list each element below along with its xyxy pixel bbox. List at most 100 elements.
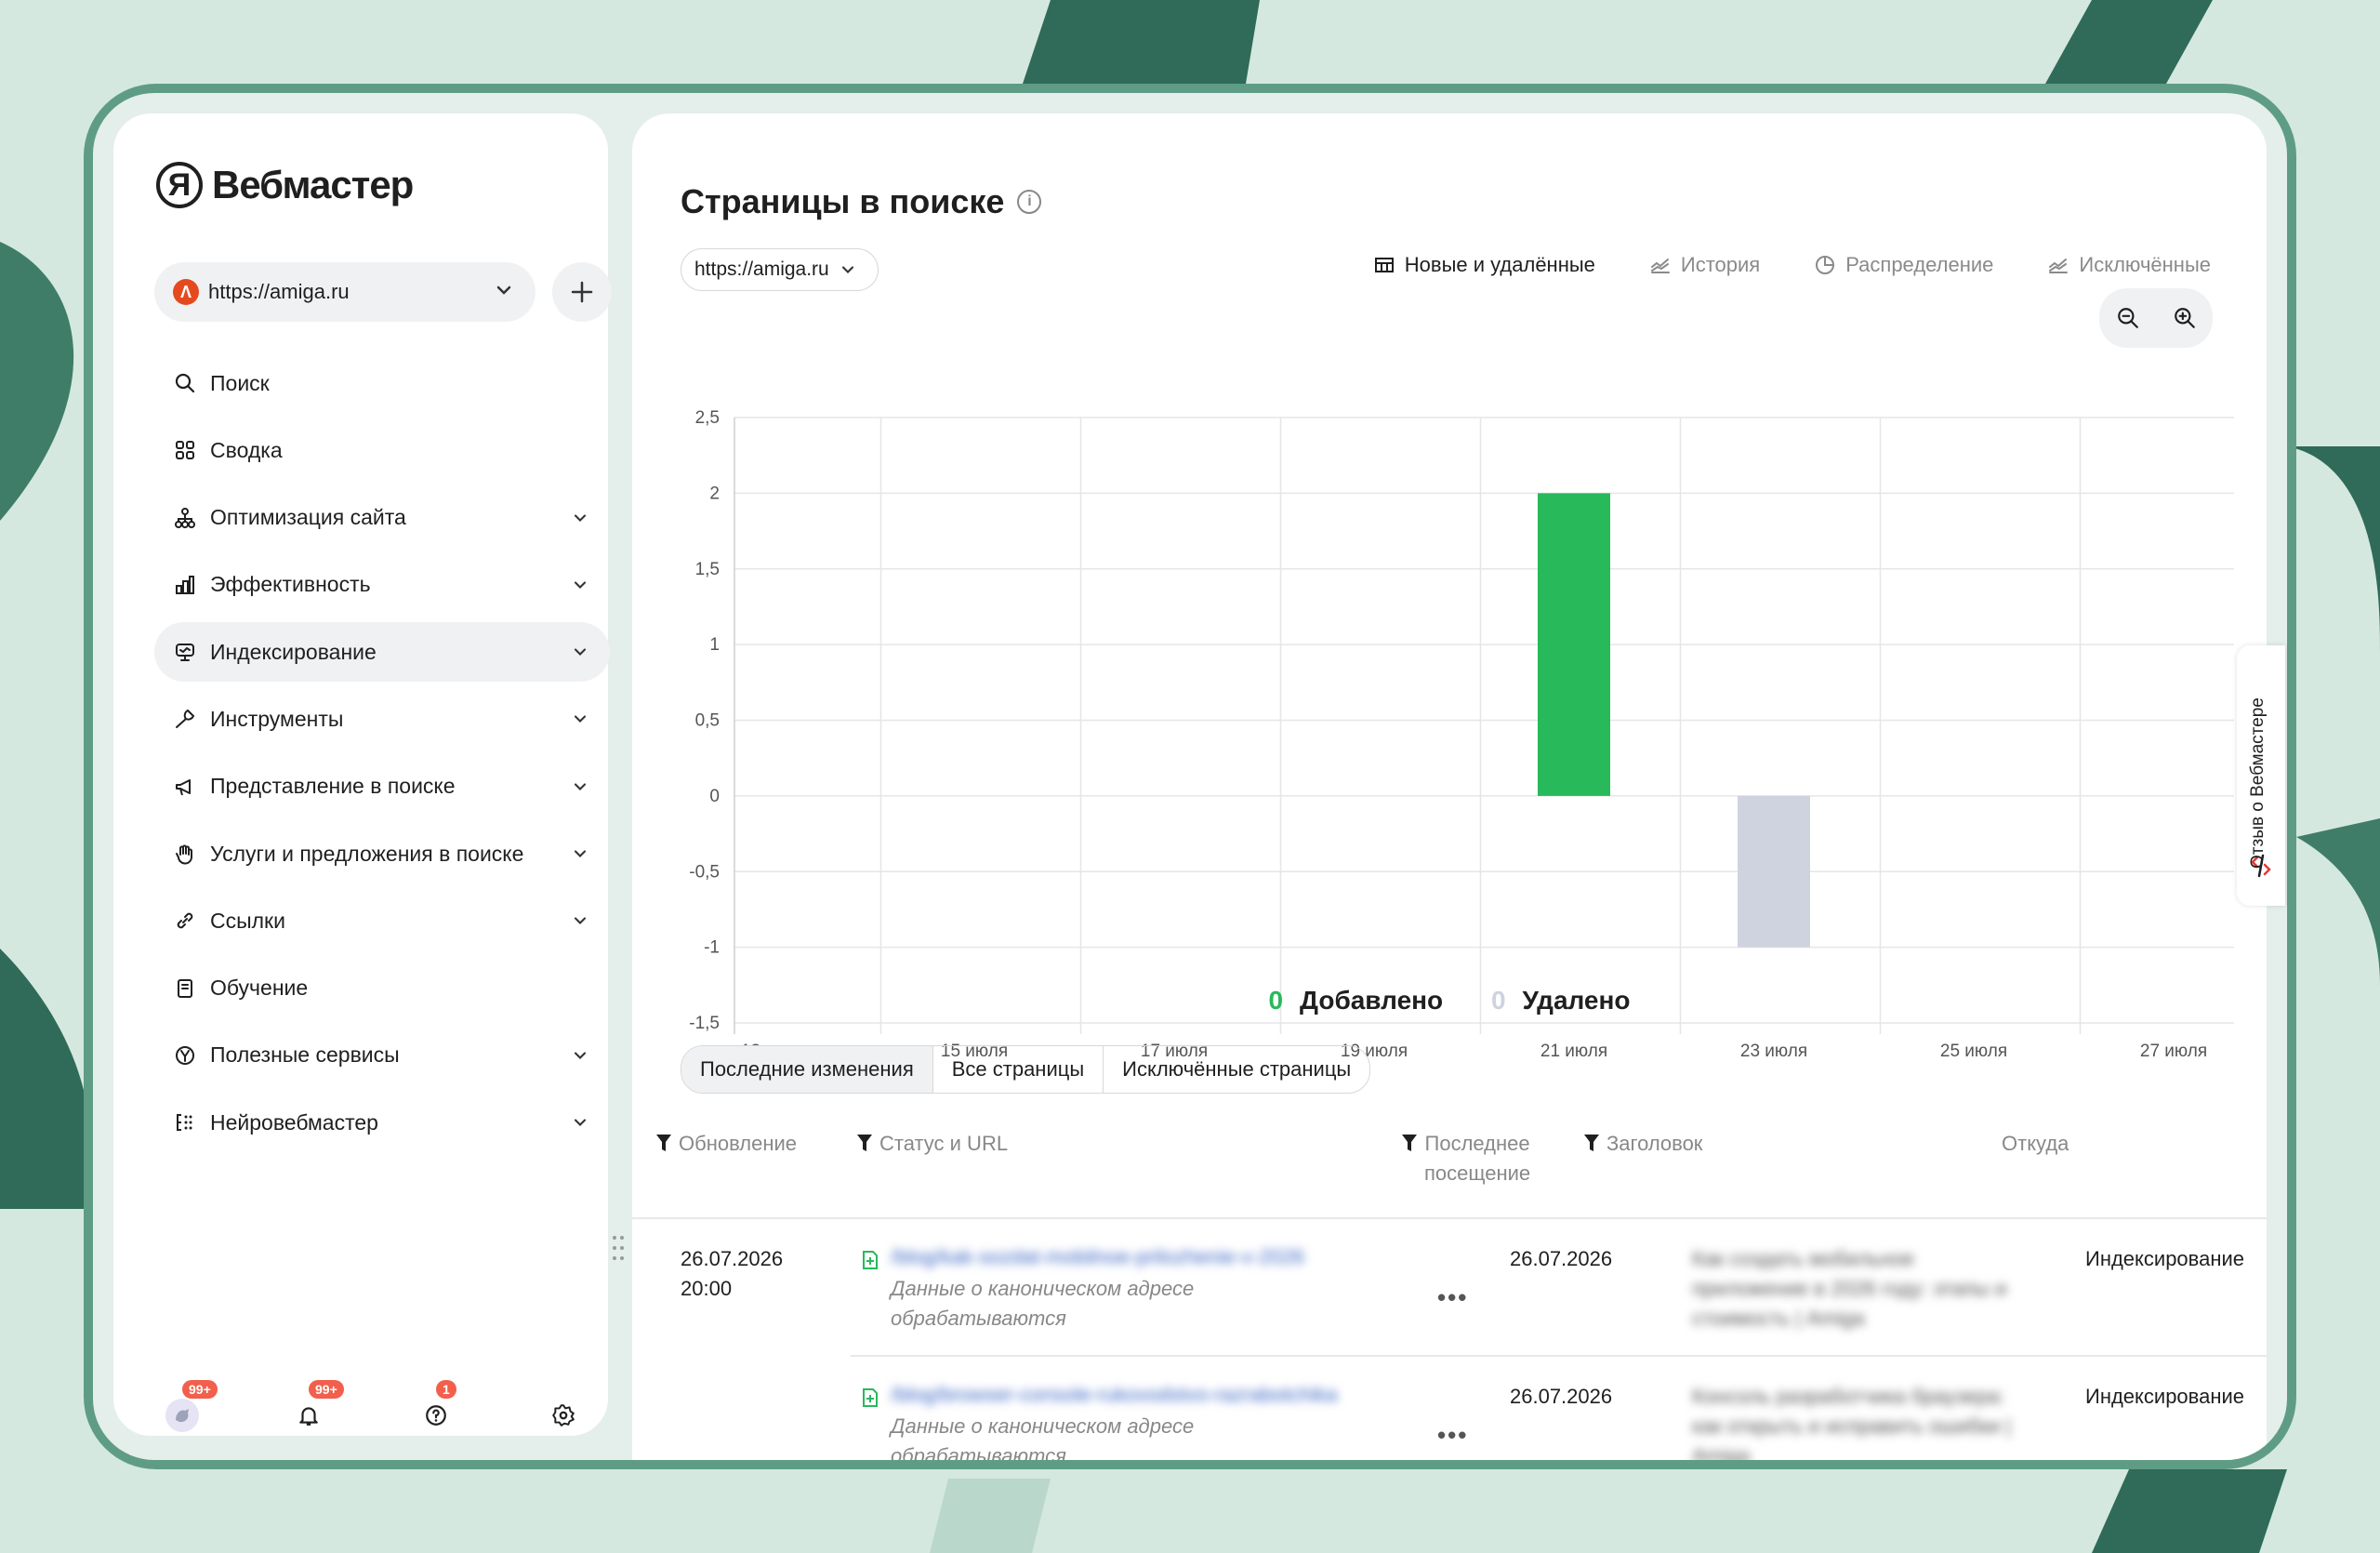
chevron-down-icon <box>574 1119 587 1127</box>
added-bar <box>1538 493 1610 796</box>
more-actions-icon[interactable]: ••• <box>1437 1421 1468 1450</box>
column-header-title[interactable]: Заголовок <box>1582 1129 1702 1159</box>
segment-recent-changes[interactable]: Последние изменения <box>681 1046 932 1093</box>
yandex-logo-icon: Я <box>156 162 203 208</box>
sidebar-item-tools[interactable]: Инструменты <box>154 689 610 749</box>
sidebar-item-search-appearance[interactable]: Представление в поиске <box>154 757 610 816</box>
user-avatar-button[interactable]: 99+ <box>164 1380 218 1434</box>
sidebar-item-label: Ссылки <box>210 908 285 933</box>
last-visit-date: 26.07.2026 <box>1510 1247 1613 1270</box>
added-count: 0 <box>1268 986 1284 1015</box>
drag-handle-icon[interactable] <box>612 1234 625 1262</box>
feedback-tab[interactable]: Отзыв о Вебмастере <box>2237 645 2285 906</box>
sidebar-item-learning[interactable]: Обучение <box>154 959 610 1018</box>
avatar-badge: 99+ <box>182 1380 218 1399</box>
services-icon <box>173 1043 197 1068</box>
column-header-status-url[interactable]: Статус и URL <box>855 1129 1008 1159</box>
chevron-down-icon <box>574 850 587 858</box>
column-header-updated[interactable]: Обновление <box>654 1129 797 1159</box>
y-tick-label: -1 <box>704 938 720 958</box>
status-line: обрабатываются <box>891 1307 1066 1330</box>
tab-history[interactable]: История <box>1649 253 1760 277</box>
sidebar-item-services-offers[interactable]: Услуги и предложения в поиске <box>154 824 610 883</box>
y-tick-label: -1,5 <box>689 1014 720 1033</box>
sidebar-item-search[interactable]: Поиск <box>154 353 610 413</box>
monitor-icon <box>173 640 197 664</box>
zoom-out-icon[interactable] <box>2116 306 2140 330</box>
chart-legend: 0 Добавлено 0 Удалено <box>632 986 2267 1015</box>
table-row-updated: 26.07.2026 20:00 <box>681 1244 783 1304</box>
column-header-line: Последнее <box>1424 1132 1530 1155</box>
wrench-icon <box>173 707 197 731</box>
column-header-source: Откуда <box>2002 1129 2069 1159</box>
chevron-down-icon <box>574 648 587 657</box>
site-favicon-icon: Λ <box>173 279 199 305</box>
chevron-down-icon <box>496 285 511 295</box>
add-site-button[interactable] <box>552 262 612 322</box>
chevron-down-icon <box>574 514 587 522</box>
notifications-button[interactable]: 99+ <box>290 1380 344 1434</box>
sitemap-icon <box>173 506 197 530</box>
page-title-cell: Как создать мобильное приложение в 2026 … <box>1692 1244 2006 1334</box>
sidebar-item-indexing[interactable]: Индексирование <box>154 622 610 683</box>
app-title: Вебмастер <box>212 163 414 206</box>
help-button[interactable]: 1 <box>417 1380 456 1434</box>
table-row-divider <box>851 1355 2267 1357</box>
sidebar-item-site-optimization[interactable]: Оптимизация сайта <box>154 488 610 548</box>
segment-all-pages[interactable]: Все страницы <box>932 1046 1103 1093</box>
table-icon <box>1374 258 1394 272</box>
column-header-line: посещение <box>1424 1161 1531 1185</box>
x-tick-label: 21 июля <box>1540 1042 1607 1061</box>
neuro-icon <box>173 1110 197 1135</box>
sidebar-item-summary[interactable]: Сводка <box>154 420 610 480</box>
updated-date: 26.07.2026 <box>681 1247 784 1270</box>
more-actions-icon[interactable]: ••• <box>1437 1283 1468 1312</box>
tab-excluded[interactable]: Исключённые <box>2047 253 2211 277</box>
settings-button[interactable] <box>545 1397 582 1434</box>
tab-new-removed[interactable]: Новые и удалённые <box>1373 253 1595 277</box>
chevron-down-icon <box>574 581 587 589</box>
chevron-down-icon <box>574 1052 587 1059</box>
source-cell: Индексирование <box>2085 1247 2245 1270</box>
segment-excluded-pages[interactable]: Исключённые страницы <box>1103 1046 1369 1093</box>
tab-label: Исключённые <box>2079 253 2211 276</box>
page-title-text: Страницы в поиске <box>681 182 1005 220</box>
sidebar-bottom-bar: 99+ 99+ 1 <box>154 1380 582 1434</box>
chart-tabs: Новые и удалённые История Распределение … <box>1373 253 2211 277</box>
info-icon[interactable]: i <box>1017 190 1042 214</box>
tab-distribution[interactable]: Распределение <box>1814 253 1993 277</box>
site-selector[interactable]: Λ https://amiga.ru <box>154 262 536 322</box>
book-icon <box>173 976 197 1001</box>
last-visit-date: 26.07.2026 <box>1510 1385 1613 1408</box>
yandex-webmaster-logo[interactable]: Я Вебмастер <box>156 162 414 208</box>
sidebar: Я Вебмастер Λ https://amiga.ru Поиск Сво… <box>113 113 612 1436</box>
sidebar-item-label: Полезные сервисы <box>210 1042 400 1068</box>
canonical-status: Данные о каноническом адресе обрабатываю… <box>891 1274 1194 1334</box>
main-content: Страницы в поиске i https://amiga.ru Нов… <box>632 113 2267 1460</box>
line-chart-icon <box>2049 259 2069 273</box>
page-url-link[interactable]: /blog/browser-console-rukovodstvo-razrab… <box>891 1380 1338 1410</box>
chevron-down-icon <box>574 917 587 925</box>
filter-icon <box>857 1135 872 1151</box>
app-window: Я Вебмастер Λ https://amiga.ru Поиск Сво… <box>93 93 2287 1460</box>
filter-icon <box>656 1135 671 1151</box>
tab-label: Распределение <box>1845 253 1994 276</box>
column-header-last-visit[interactable]: Последнее посещение <box>1400 1129 1530 1188</box>
y-tick-label: 1 <box>709 635 720 655</box>
sidebar-item-links[interactable]: Ссылки <box>154 891 610 950</box>
title-line: Amiga <box>1692 1444 1751 1460</box>
page-url-link[interactable]: /blog/kak-sozdat-mobilnoe-prilozhenie-v-… <box>891 1242 1304 1272</box>
zoom-in-icon[interactable] <box>2173 306 2197 330</box>
y-tick-label: 0,5 <box>695 711 720 731</box>
avatar <box>165 1399 199 1432</box>
title-line: как открыть и исправить ошибки | <box>1692 1414 2012 1438</box>
sidebar-item-neurowebmaster[interactable]: Нейровебмастер <box>154 1093 610 1152</box>
help-badge: 1 <box>436 1380 456 1399</box>
sidebar-item-efficiency[interactable]: Эффективность <box>154 555 610 615</box>
updated-time: 20:00 <box>681 1277 733 1300</box>
chevron-down-icon <box>574 783 587 790</box>
sidebar-item-label: Инструменты <box>210 706 344 731</box>
column-header-label: Откуда <box>2002 1132 2069 1155</box>
sidebar-item-useful-services[interactable]: Полезные сервисы <box>154 1026 610 1085</box>
y-tick-label: 1,5 <box>695 560 720 579</box>
